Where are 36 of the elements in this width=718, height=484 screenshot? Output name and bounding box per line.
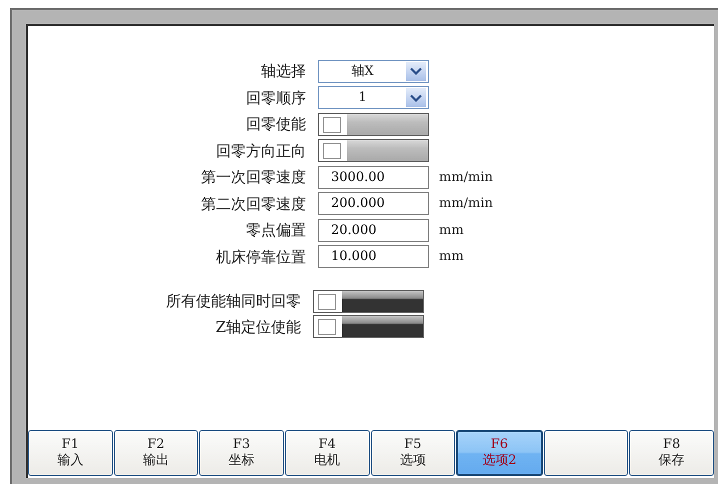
setting-label: 零点偏置 — [245, 220, 307, 241]
setting-label: Z轴定位使能 — [214, 316, 302, 338]
checkbox[interactable] — [318, 319, 336, 336]
toggle-switch[interactable] — [318, 112, 429, 136]
checkbox[interactable] — [323, 143, 341, 160]
setting-label: 所有使能轴同时回零 — [165, 291, 302, 312]
setting-label: 轴选择 — [260, 61, 307, 82]
function-key-button[interactable]: F2 输出 — [114, 430, 198, 476]
setting-label: 第二次回零速度 — [200, 194, 307, 214]
setting-label: 回零方向正向 — [215, 140, 307, 162]
function-key-button[interactable]: F3 坐标 — [199, 430, 284, 476]
setting-label: 机床停靠位置 — [215, 246, 307, 268]
function-key-button[interactable]: F8 保存 — [629, 430, 714, 476]
toggle-switch[interactable] — [318, 139, 429, 162]
toggle-switch[interactable] — [313, 315, 424, 338]
input-field[interactable]: 20.000 — [318, 218, 429, 242]
function-key-button[interactable] — [544, 430, 628, 476]
function-key-button[interactable]: F1 输入 — [28, 430, 113, 476]
unit-label: mm — [439, 222, 464, 240]
unit-label: mm/min — [439, 168, 493, 186]
checkbox[interactable] — [323, 116, 341, 133]
checkbox[interactable] — [318, 294, 336, 310]
input-field[interactable]: 200.000 — [318, 192, 429, 216]
toggle-switch[interactable] — [313, 290, 424, 313]
dropdown-field[interactable]: 1 — [318, 86, 429, 110]
function-key-button[interactable]: F5 选项 — [370, 430, 456, 476]
function-key-button[interactable]: F6 选项2 — [456, 430, 543, 476]
unit-label: mm — [439, 248, 464, 266]
setting-label: 第一次回零速度 — [200, 167, 307, 188]
unit-label: mm/min — [439, 195, 493, 213]
input-field[interactable]: 10.000 — [318, 245, 429, 268]
setting-label: 回零使能 — [245, 114, 307, 135]
dropdown-field[interactable]: 轴X — [318, 60, 429, 83]
input-field[interactable]: 3000.00 — [318, 166, 429, 189]
function-key-button[interactable]: F4 电机 — [284, 430, 370, 476]
setting-label: 回零顺序 — [245, 88, 307, 108]
